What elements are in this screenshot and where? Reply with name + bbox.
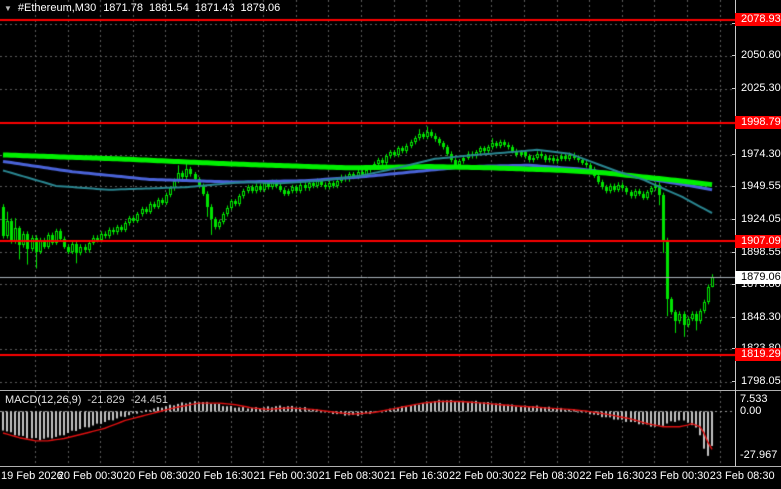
time-axis[interactable]: 19 Feb 202620 Feb 00:3020 Feb 08:3020 Fe… <box>0 467 781 489</box>
price-tick-label: 2050.80 <box>736 49 781 62</box>
level-price-badge: 2078.93 <box>735 13 781 26</box>
macd-indicator-label: MACD(12,26,9) -21.829 -24.451 <box>5 394 168 406</box>
current-price-badge: 1879.06 <box>735 271 781 284</box>
time-tick-label: 21 Feb 08:30 <box>319 470 384 482</box>
chart-dropdown-icon[interactable]: ▼ <box>4 4 12 13</box>
time-tick-label: 21 Feb 16:30 <box>384 470 449 482</box>
time-tick-label: 22 Feb 00:30 <box>449 470 514 482</box>
time-tick-label: 22 Feb 08:30 <box>514 470 579 482</box>
open-value: 1871.78 <box>103 2 143 14</box>
price-tick-label: 1974.30 <box>736 148 781 161</box>
time-tick-label: 20 Feb 16:30 <box>188 470 253 482</box>
chart-symbol-label: #Ethereum,M30 <box>18 2 96 14</box>
chart-title-bar: ▼ #Ethereum,M30 1871.78 1881.54 1871.43 … <box>4 2 280 14</box>
time-tick-label: 19 Feb 2026 <box>1 470 63 482</box>
price-tick-label: 1924.05 <box>736 213 781 226</box>
level-price-badge: 1819.29 <box>735 348 781 361</box>
time-tick-label: 20 Feb 00:30 <box>58 470 123 482</box>
low-value: 1871.43 <box>195 2 235 14</box>
macd-name: MACD(12,26,9) <box>5 394 81 406</box>
trading-chart-window: ▼ #Ethereum,M30 1871.78 1881.54 1871.43 … <box>0 0 781 489</box>
macd-scale-top: 7.533 <box>740 393 781 405</box>
price-tick-label: 1949.55 <box>736 180 781 193</box>
pane-separator[interactable] <box>0 390 781 391</box>
price-chart-canvas[interactable] <box>0 0 735 390</box>
level-price-badge: 1998.79 <box>735 116 781 129</box>
macd-signal-value: -24.451 <box>131 394 168 406</box>
price-tick-label: 1798.05 <box>736 375 781 388</box>
time-tick-label: 23 Feb 00:30 <box>645 470 710 482</box>
macd-scale-zero: 0.00 <box>740 405 781 417</box>
level-price-badge: 1907.09 <box>735 235 781 248</box>
ohlc-values: 1871.78 1881.54 1871.43 1879.06 <box>103 2 280 14</box>
time-tick-label: 20 Feb 08:30 <box>123 470 188 482</box>
time-tick-label: 21 Feb 00:30 <box>253 470 318 482</box>
close-value: 1879.06 <box>240 2 280 14</box>
time-tick-label: 22 Feb 16:30 <box>579 470 644 482</box>
time-tick-label: 23 Feb 08:30 <box>710 470 775 482</box>
macd-main-value: -21.829 <box>87 394 124 406</box>
macd-scale-bottom: -27.967 <box>740 449 781 461</box>
price-tick-label: 2025.30 <box>736 82 781 95</box>
price-tick-label: 1848.30 <box>736 311 781 324</box>
high-value: 1881.54 <box>149 2 189 14</box>
